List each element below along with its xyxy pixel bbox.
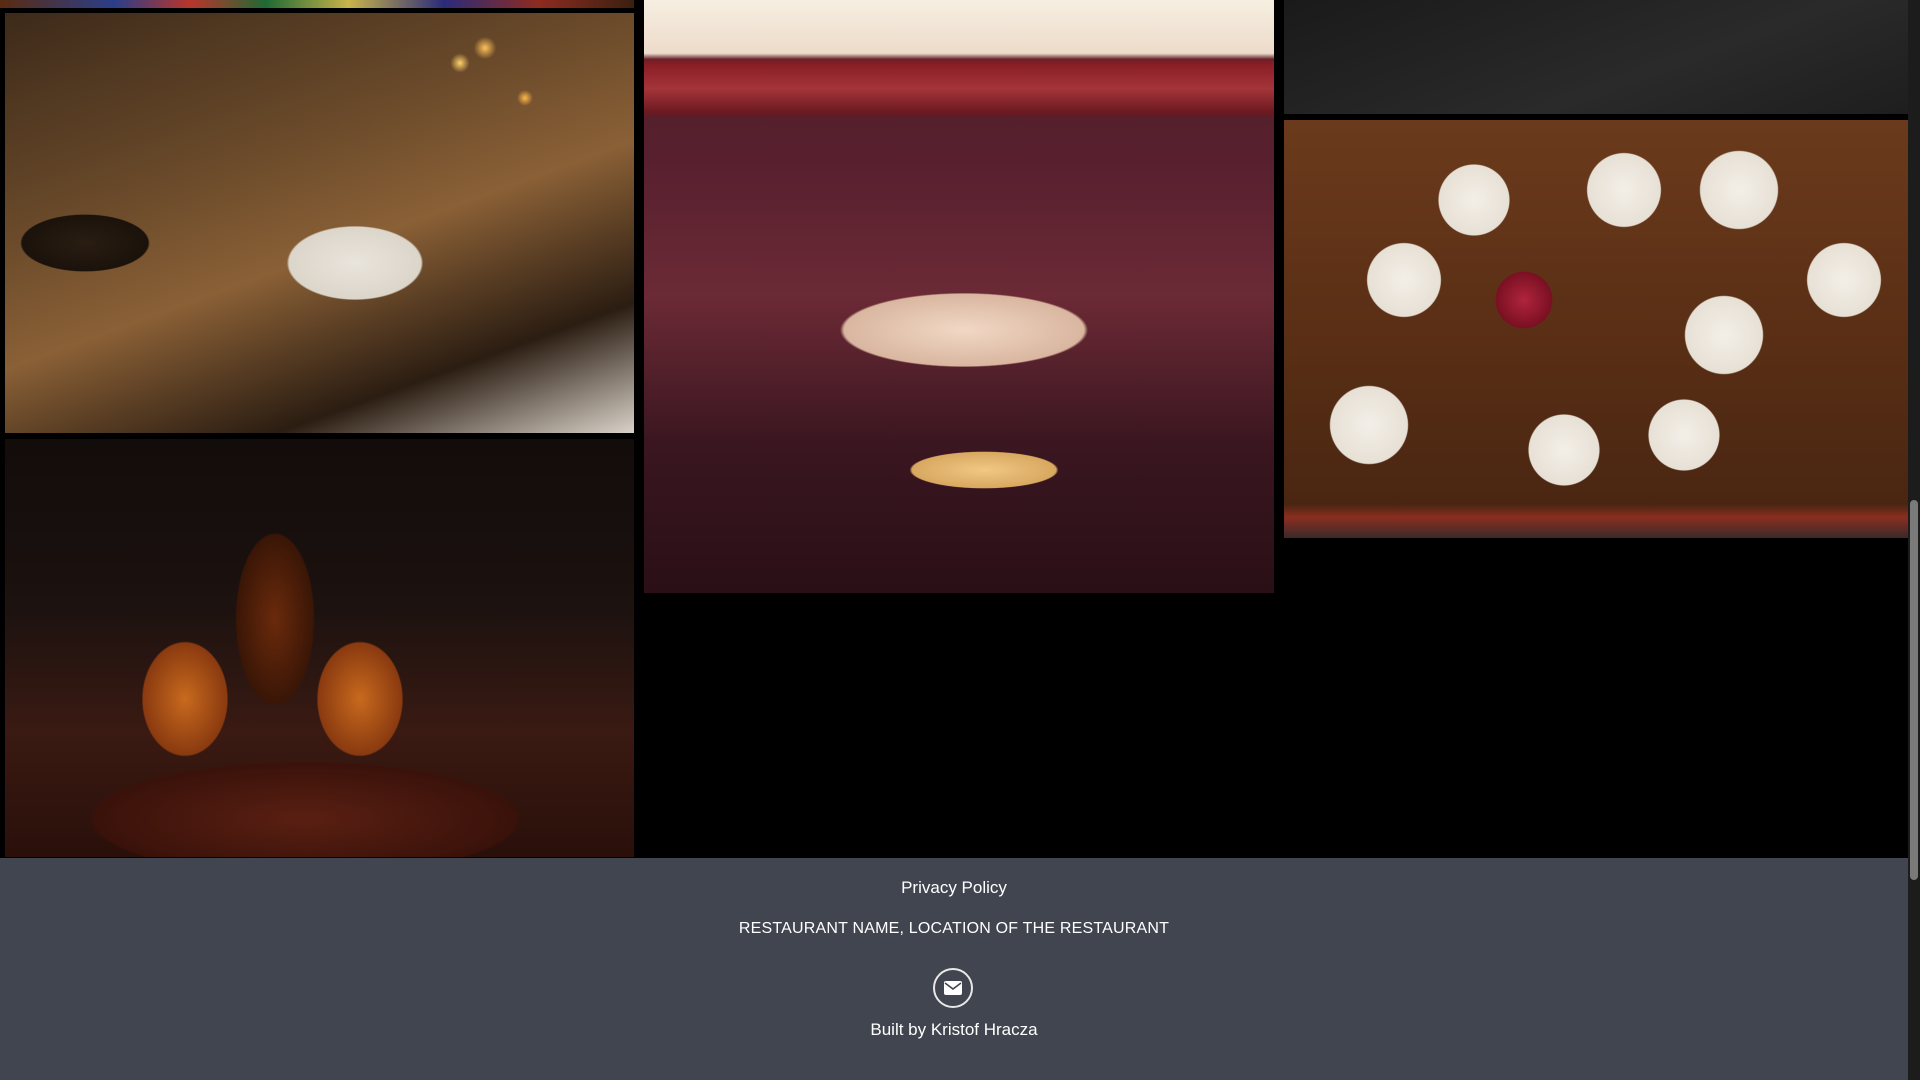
built-by-credit: Built by Kristof Hracza xyxy=(870,1020,1038,1039)
restaurant-address: RESTAURANT NAME, LOCATION OF THE RESTAUR… xyxy=(738,920,1170,937)
gallery-photo-partial-dark xyxy=(1284,0,1908,114)
gallery-photo-shared-table xyxy=(1284,120,1908,538)
gallery-photo-dining-room xyxy=(644,0,1274,593)
email-contact-button[interactable] xyxy=(933,968,973,1008)
gallery-photo-partial-top xyxy=(0,0,634,8)
privacy-policy-link[interactable]: Privacy Policy xyxy=(0,878,1908,898)
gallery-photo-whiskey-glasses xyxy=(5,439,634,857)
envelope-icon xyxy=(944,981,962,995)
site-footer: Privacy Policy RESTAURANT NAME, LOCATION… xyxy=(0,858,1908,1080)
scrollbar-thumb[interactable] xyxy=(1910,500,1918,880)
gallery-photo-plated-dish xyxy=(5,13,634,433)
photo-gallery xyxy=(0,0,1908,858)
